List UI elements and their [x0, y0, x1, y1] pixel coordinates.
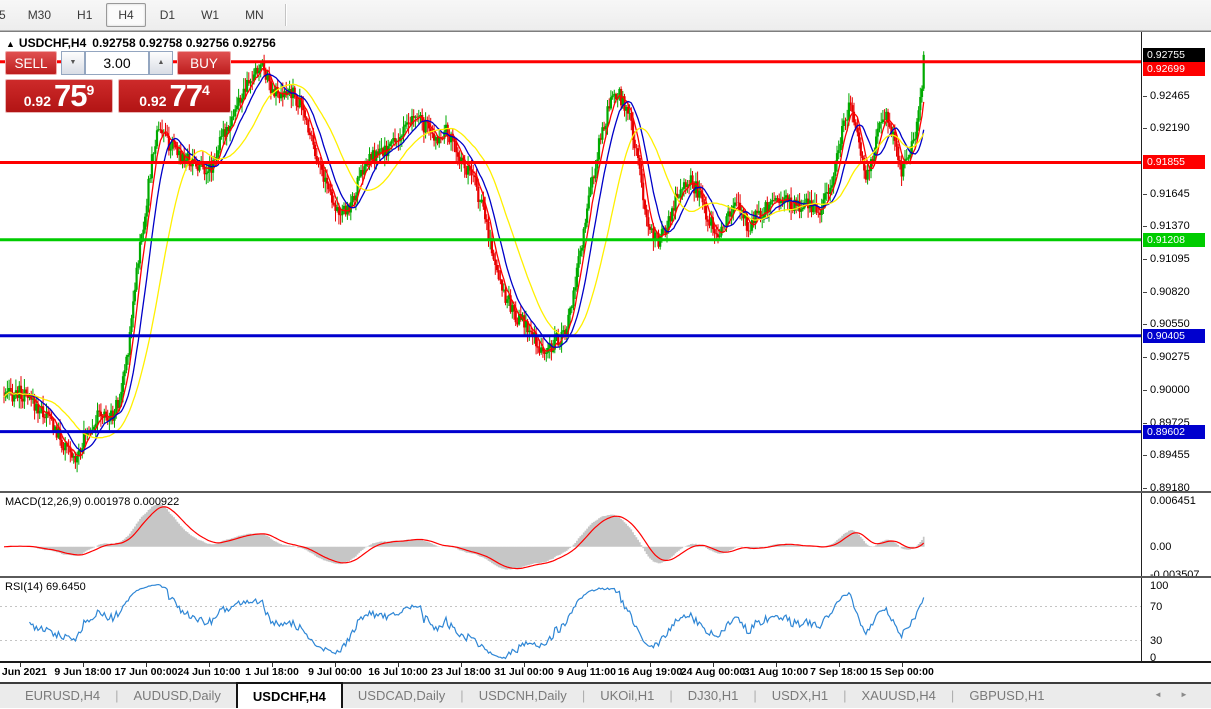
- chart-tab-audusd[interactable]: AUDUSD,Daily: [119, 684, 236, 708]
- sell-price-prefix: 0.92: [24, 93, 51, 109]
- sell-button[interactable]: SELL: [5, 51, 57, 75]
- price-tick-label: 0.89455: [1150, 449, 1190, 461]
- price-tick-label: 0.91370: [1150, 220, 1190, 232]
- time-tick-label: 9 Jul 00:00: [308, 666, 362, 678]
- tab-scroll-left-button[interactable]: ◄: [1150, 687, 1166, 702]
- macd-axis-label: 0.006451: [1150, 495, 1196, 507]
- price-level-badge: 0.91855: [1143, 155, 1205, 169]
- rsi-timeaxis-separator: [0, 661, 1211, 663]
- chevron-down-icon: ▼: [70, 59, 77, 66]
- price-level-badge: 0.92755: [1143, 48, 1205, 62]
- time-tick-label: 7 Sep 18:00: [810, 666, 868, 678]
- rsi-axis-label: 100: [1150, 580, 1168, 592]
- arrow-right-icon: ►: [1180, 690, 1188, 699]
- rsi-axis-label: 30: [1150, 635, 1162, 647]
- sell-price-display[interactable]: 0.92759: [5, 79, 113, 113]
- chart-title: ▲ USDCHF,H4 0.92758 0.92758 0.92756 0.9275…: [6, 36, 276, 50]
- macd-indicator-label: MACD(12,26,9) 0.001978 0.000922: [5, 496, 179, 508]
- price-tick-mark: [1143, 292, 1147, 293]
- chevron-up-icon: ▲: [158, 59, 165, 66]
- macd-layer: [4, 504, 924, 570]
- buy-price-display[interactable]: 0.92774: [118, 79, 231, 113]
- volume-field[interactable]: 3.00: [85, 51, 149, 75]
- chart-tab-xauusd[interactable]: XAUUSD,H4: [847, 684, 951, 708]
- time-tick-label: 9 Jun 18:00: [54, 666, 111, 678]
- sell-price-pipette: 9: [86, 82, 94, 112]
- price-tick-mark: [1143, 455, 1147, 456]
- price-tick-label: 0.92465: [1150, 90, 1190, 102]
- time-tick-label: 24 Aug 00:00: [681, 666, 745, 678]
- price-tick-label: 0.91095: [1150, 253, 1190, 265]
- price-tick-mark: [1143, 226, 1147, 227]
- chart-tab-ukoil[interactable]: UKOil,H1: [585, 684, 669, 708]
- price-tick-label: 0.92190: [1150, 122, 1190, 134]
- rsi-axis-label: 70: [1150, 601, 1162, 613]
- price-tick-label: 0.90820: [1150, 286, 1190, 298]
- main-macd-separator[interactable]: [0, 491, 1211, 493]
- buy-button[interactable]: BUY: [177, 51, 231, 75]
- time-tick-label: 31 Aug 10:00: [744, 666, 808, 678]
- moving-averages-layer: [4, 68, 924, 456]
- price-level-badge: 0.91208: [1143, 233, 1205, 247]
- chart-tab-usdchf[interactable]: USDCHF,H4: [236, 682, 343, 708]
- collapse-arrow-icon: ▲: [6, 39, 15, 49]
- buy-price-prefix: 0.92: [139, 93, 166, 109]
- macd-axis-label: 0.00: [1150, 541, 1171, 553]
- chart-tab-eurusd[interactable]: EURUSD,H4: [10, 684, 115, 708]
- price-tick-mark: [1143, 357, 1147, 358]
- price-level-badge: 0.90405: [1143, 329, 1205, 343]
- time-tick-label: 1 Jul 18:00: [245, 666, 299, 678]
- price-tick-mark: [1143, 259, 1147, 260]
- buy-price-digits: 77: [169, 80, 201, 112]
- price-tick-label: 0.90275: [1150, 351, 1190, 363]
- time-tick-label: 9 Aug 11:00: [558, 666, 616, 678]
- price-level-badge: 0.89602: [1143, 425, 1205, 439]
- price-tick-mark: [1143, 324, 1147, 325]
- chart-tab-dj30[interactable]: DJ30,H1: [673, 684, 754, 708]
- price-level-badge: 0.92699: [1143, 62, 1205, 76]
- time-tick-label: 23 Jul 18:00: [431, 666, 491, 678]
- price-axis[interactable]: 0.924650.921900.919150.916450.913700.910…: [1141, 32, 1211, 662]
- price-tick-mark: [1143, 128, 1147, 129]
- chart-symbol-period: USDCHF,H4: [19, 36, 86, 50]
- chart-ohlc-quotes: 0.92758 0.92758 0.92756 0.92756: [92, 36, 276, 50]
- tab-scroll-right-button[interactable]: ►: [1176, 687, 1192, 702]
- time-tick-label: 2 Jun 2021: [0, 666, 47, 678]
- buy-price-pipette: 4: [202, 82, 210, 112]
- rsi-layer: [0, 585, 1141, 659]
- price-tick-label: 0.91645: [1150, 188, 1190, 200]
- chart-tab-usdcad[interactable]: USDCAD,Daily: [343, 684, 460, 708]
- price-tick-label: 0.90000: [1150, 384, 1190, 396]
- price-tick-mark: [1143, 390, 1147, 391]
- volume-increase-button[interactable]: ▲: [149, 51, 173, 75]
- time-tick-label: 24 Jun 10:00: [177, 666, 240, 678]
- price-tick-mark: [1143, 488, 1147, 489]
- volume-decrease-button[interactable]: ▼: [61, 51, 85, 75]
- price-tick-mark: [1143, 96, 1147, 97]
- sell-price-digits: 75: [54, 80, 86, 112]
- time-tick-label: 15 Sep 00:00: [870, 666, 934, 678]
- time-axis[interactable]: 2 Jun 2021 9 Jun 18:0017 Jun 00:0024 Jun …: [0, 663, 1211, 682]
- time-tick-label: 16 Jul 10:00: [368, 666, 428, 678]
- time-tick-label: 16 Aug 19:00: [618, 666, 682, 678]
- time-tick-label: 17 Jun 00:00: [114, 666, 177, 678]
- symbol-tab-bar: EURUSD,H4|AUDUSD,DailyUSDCHF,H4USDCAD,Da…: [0, 682, 1211, 708]
- hlines-layer[interactable]: [0, 62, 1141, 432]
- rsi-indicator-label: RSI(14) 69.6450: [5, 581, 86, 593]
- chart-tab-gbpusd[interactable]: GBPUSD,H1: [954, 684, 1059, 708]
- time-tick-label: 31 Jul 00:00: [494, 666, 554, 678]
- chart-tab-usdcnh[interactable]: USDCNH,Daily: [464, 684, 582, 708]
- chart-tab-usdx[interactable]: USDX,H1: [757, 684, 843, 708]
- macd-rsi-separator[interactable]: [0, 576, 1211, 578]
- arrow-left-icon: ◄: [1154, 690, 1162, 699]
- price-tick-mark: [1143, 194, 1147, 195]
